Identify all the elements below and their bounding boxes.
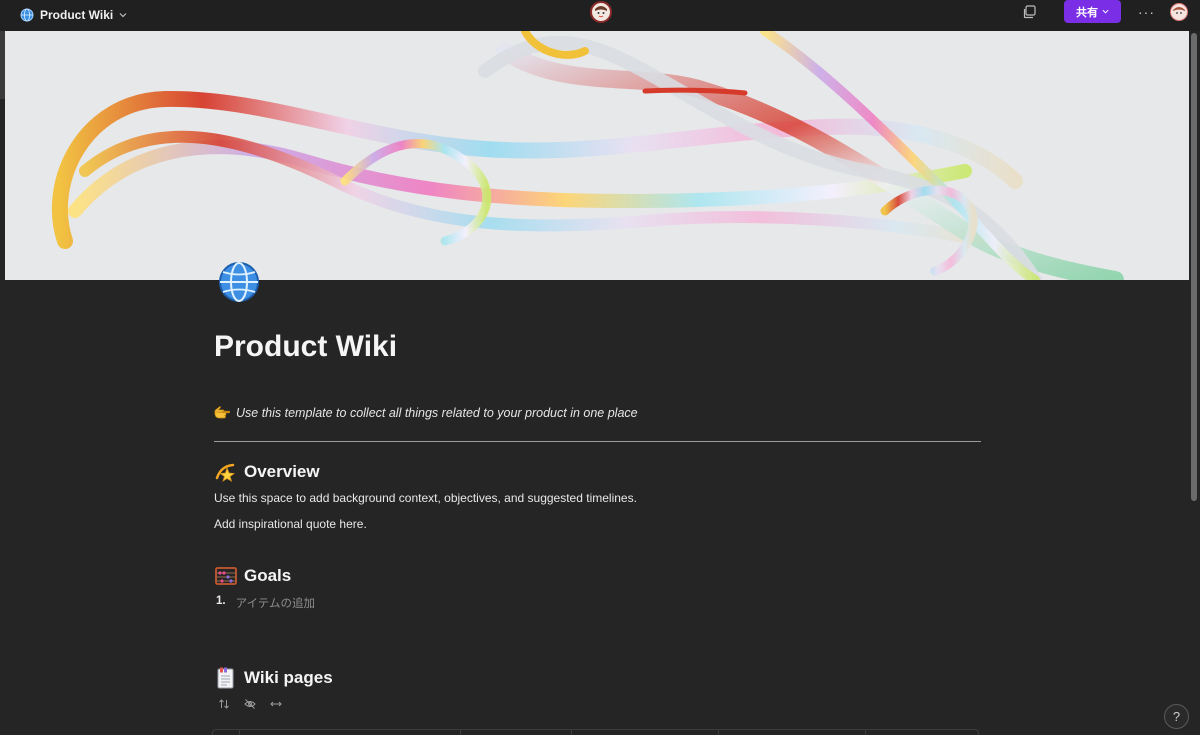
overview-heading[interactable]: Overview	[214, 461, 320, 483]
abacus-icon	[214, 565, 238, 587]
wiki-pages-heading-text: Wiki pages	[244, 668, 333, 687]
wiki-pages-table[interactable]	[212, 729, 979, 735]
overview-heading-text: Overview	[244, 462, 320, 481]
user-avatar[interactable]	[1170, 2, 1188, 21]
template-callout[interactable]: Use this template to collect all things …	[214, 406, 638, 420]
table-column-divider	[718, 729, 719, 735]
avatar-face-icon	[593, 4, 609, 20]
table-column-divider	[571, 729, 572, 735]
divider	[214, 441, 981, 442]
table-column-divider	[460, 729, 461, 735]
avatar-face-icon	[1172, 4, 1186, 19]
list-item[interactable]: 1. アイテムの追加	[216, 595, 315, 611]
table-column-divider	[865, 729, 866, 735]
workspace-title: Product Wiki	[40, 8, 114, 22]
globe-icon[interactable]	[216, 260, 262, 304]
list-item-number: 1.	[216, 595, 226, 607]
share-button-label: 共有	[1076, 6, 1098, 19]
more-options-button[interactable]: ···	[1138, 4, 1155, 20]
overview-line-2[interactable]: Add inspirational quote here.	[214, 517, 367, 531]
goals-heading[interactable]: Goals	[214, 565, 291, 587]
chevron-down-icon	[119, 13, 127, 18]
horizontal-arrows-icon[interactable]	[270, 698, 282, 710]
collaborator-avatar[interactable]	[590, 1, 612, 23]
share-button[interactable]: 共有	[1064, 0, 1121, 23]
duplicate-window-icon[interactable]	[1022, 4, 1038, 20]
sort-icon[interactable]	[218, 698, 230, 710]
database-view-tools	[218, 698, 282, 710]
help-button[interactable]: ?	[1164, 704, 1189, 729]
goals-heading-text: Goals	[244, 566, 292, 585]
cover-image[interactable]	[5, 31, 1189, 280]
bookmark-tabs-icon	[214, 667, 238, 689]
top-bar: Product Wiki 共有 ···	[0, 0, 1200, 31]
page-title[interactable]: Product Wiki	[214, 330, 397, 364]
eye-off-icon[interactable]	[244, 698, 256, 710]
chevron-down-icon	[1102, 9, 1109, 14]
iridescent-ribbons-artwork	[51, 31, 1124, 280]
globe-icon	[20, 8, 34, 22]
workspace-switcher[interactable]: Product Wiki	[20, 4, 127, 26]
wiki-pages-heading[interactable]: Wiki pages	[214, 667, 333, 689]
overview-line-1[interactable]: Use this space to add background context…	[214, 491, 637, 505]
callout-text: Use this template to collect all things …	[236, 406, 638, 420]
page-scrollbar[interactable]	[1191, 33, 1197, 501]
list-item-placeholder[interactable]: アイテムの追加	[236, 595, 315, 611]
dizzy-star-icon	[214, 461, 238, 483]
pointing-hand-icon	[214, 406, 230, 419]
top-bar-actions: 共有 ···	[1022, 0, 1188, 23]
table-column-divider	[239, 729, 240, 735]
